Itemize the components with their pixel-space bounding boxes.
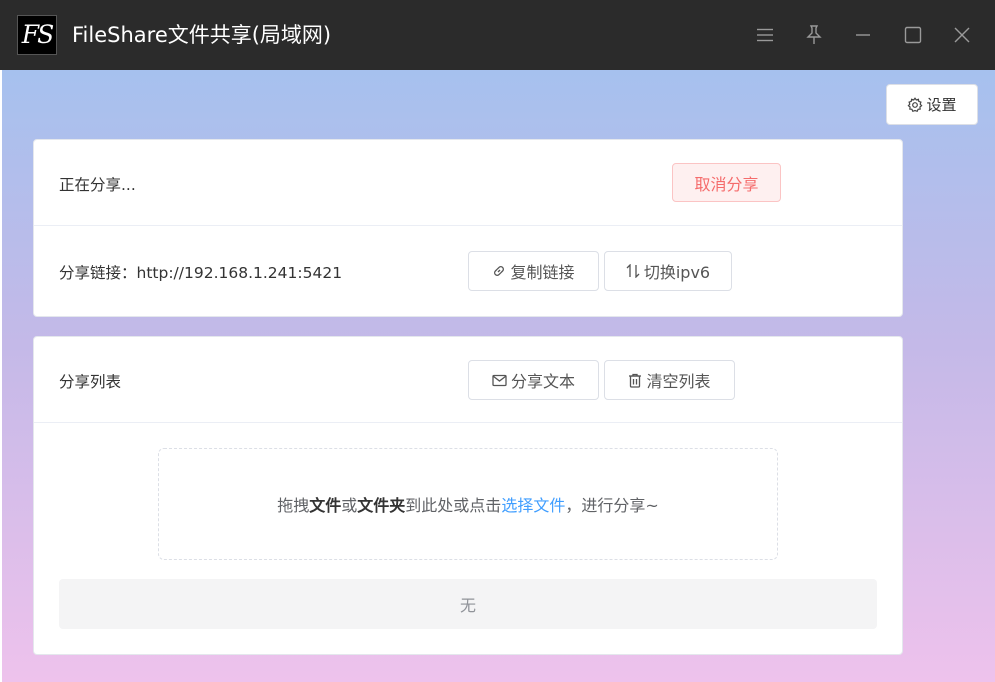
share-status-text: 正在分享...: [59, 176, 136, 194]
dropzone-text: 拖拽文件或文件夹到此处或点击选择文件，进行分享~: [277, 492, 659, 516]
title-bar[interactable]: FS FileShare文件共享(局域网): [0, 0, 995, 70]
share-text-label: 分享文本: [510, 372, 575, 391]
dropzone-text-folder: 文件夹: [357, 496, 406, 515]
dropzone-text-file: 文件: [309, 496, 342, 515]
select-file-link[interactable]: 选择文件: [501, 496, 565, 515]
share-list-header: 分享列表 分享文本 清空列表: [34, 337, 902, 423]
main-content: 设置 正在分享... 取消分享 分享链接：http://192.168.1.24…: [2, 70, 995, 682]
share-text-button[interactable]: 分享文本: [468, 360, 599, 400]
dropzone-text-part: 或: [341, 496, 358, 515]
empty-list-placeholder: 无: [59, 579, 877, 629]
app-title: FileShare文件共享(局域网): [72, 23, 332, 47]
maximize-button[interactable]: [898, 20, 928, 50]
link-icon: [494, 266, 505, 276]
clear-list-button[interactable]: 清空列表: [604, 360, 735, 400]
pin-button[interactable]: [799, 20, 829, 50]
trash-icon: [629, 373, 642, 388]
file-dropzone[interactable]: 拖拽文件或文件夹到此处或点击选择文件，进行分享~: [158, 448, 778, 560]
dropzone-text-part: 到此处或点击: [405, 496, 502, 515]
settings-button[interactable]: 设置: [886, 84, 978, 125]
menu-button[interactable]: [750, 20, 780, 50]
app-window: FS FileShare文件共享(局域网) 设置 正在分享... 取消分享 分享…: [0, 0, 995, 682]
share-status-card: 正在分享... 取消分享 分享链接：http://192.168.1.241:5…: [33, 139, 903, 317]
copy-link-button[interactable]: 复制链接: [468, 251, 599, 291]
share-link-row: 分享链接：http://192.168.1.241:5421 复制链接 切换ip…: [34, 226, 902, 318]
switch-ipv6-button[interactable]: 切换ipv6: [604, 251, 732, 291]
settings-label: 设置: [926, 96, 957, 114]
share-list-card: 分享列表 分享文本 清空列表 拖拽文件或文件夹到此处或点击选择文件，进行分享~: [33, 336, 903, 655]
gear-icon: [908, 96, 923, 112]
app-logo: FS: [17, 15, 57, 55]
empty-text: 无: [459, 596, 476, 615]
maximize-icon: [904, 26, 922, 44]
menu-icon: [757, 28, 773, 42]
copy-link-label: 复制链接: [510, 263, 575, 282]
share-list-title: 分享列表: [59, 373, 122, 391]
switch-ipv6-label: 切换ipv6: [643, 263, 711, 282]
dropzone-text-part: ，进行分享~: [565, 496, 659, 515]
minimize-button[interactable]: [848, 20, 878, 50]
share-link-text: 分享链接：http://192.168.1.241:5421: [59, 261, 342, 283]
close-button[interactable]: [947, 20, 977, 50]
dropzone-text-part: 拖拽: [277, 496, 310, 515]
share-status-row: 正在分享... 取消分享: [34, 140, 902, 226]
share-link-url: http://192.168.1.241:5421: [136, 264, 343, 282]
pin-icon: [806, 25, 822, 44]
swap-icon: [626, 264, 640, 278]
share-link-label: 分享链接：: [59, 264, 137, 282]
cancel-share-button[interactable]: 取消分享: [672, 163, 781, 202]
close-icon: [954, 27, 970, 43]
cancel-share-label: 取消分享: [694, 174, 759, 194]
mail-icon: [492, 374, 507, 386]
clear-list-label: 清空列表: [646, 372, 711, 391]
minimize-icon: [856, 34, 870, 36]
